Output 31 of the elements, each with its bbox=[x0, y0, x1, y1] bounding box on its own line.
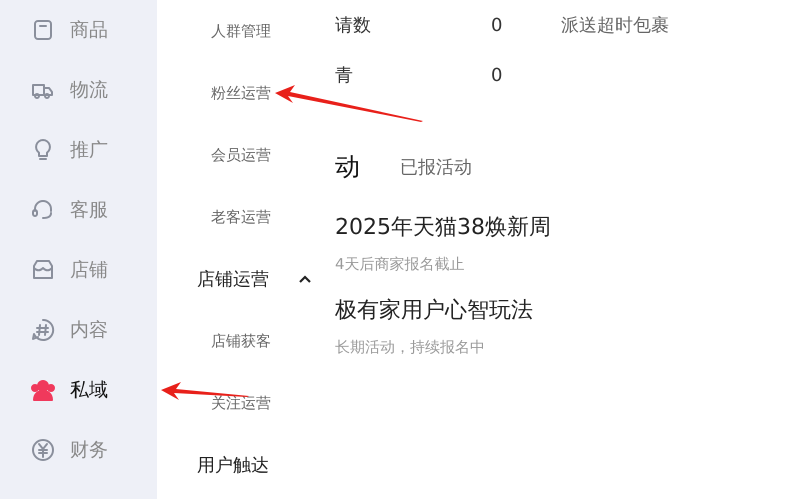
people-icon bbox=[30, 377, 56, 403]
sidebar-item[interactable]: 私域 bbox=[0, 360, 157, 420]
sidebar-item[interactable]: 客服 bbox=[0, 180, 157, 240]
activity-tab[interactable]: 已报活动 bbox=[400, 154, 472, 180]
section-title: 动 bbox=[335, 151, 360, 184]
stat-value: 0 bbox=[491, 64, 504, 88]
submenu-group-title[interactable]: 用户触达 bbox=[197, 452, 269, 478]
sidebar-item[interactable]: 推广 bbox=[0, 120, 157, 180]
activity-title[interactable]: 2025年天猫38焕新周 bbox=[335, 214, 811, 243]
yuan-icon bbox=[30, 437, 56, 463]
stat-label: 青 bbox=[335, 64, 354, 88]
hashtag-icon bbox=[30, 317, 56, 343]
sidebar-item[interactable]: 内容 bbox=[0, 300, 157, 360]
submenu-item[interactable]: 关注运营 bbox=[211, 392, 271, 414]
sidebar-item[interactable]: 物流 bbox=[0, 60, 157, 120]
activity-title[interactable]: 极有家用户心智玩法 bbox=[335, 297, 811, 326]
sidebar-item[interactable]: 财务 bbox=[0, 420, 157, 480]
submenu-item[interactable]: 老客运营 bbox=[211, 206, 271, 228]
submenu-item[interactable]: 人群管理 bbox=[211, 20, 271, 42]
submenu-item[interactable]: 粉丝运营 bbox=[211, 82, 271, 104]
stat-value: 0 bbox=[491, 14, 504, 38]
activity-note: 长期活动，持续报名中 bbox=[335, 336, 486, 358]
submenu-group-title[interactable]: 店铺运营 bbox=[197, 266, 269, 292]
sidebar-item[interactable]: 商品 bbox=[0, 0, 157, 60]
stat-label: 派送超时包裹 bbox=[561, 14, 669, 38]
sidebar-item[interactable]: 店铺 bbox=[0, 240, 157, 300]
submenu-item[interactable]: 会员运营 bbox=[211, 144, 271, 166]
chevron-up-icon[interactable] bbox=[299, 275, 311, 283]
submenu-item[interactable]: 店铺获客 bbox=[211, 330, 271, 352]
stat-label: 请数 bbox=[335, 14, 372, 38]
activity-note: 4天后商家报名截止 bbox=[335, 254, 466, 275]
